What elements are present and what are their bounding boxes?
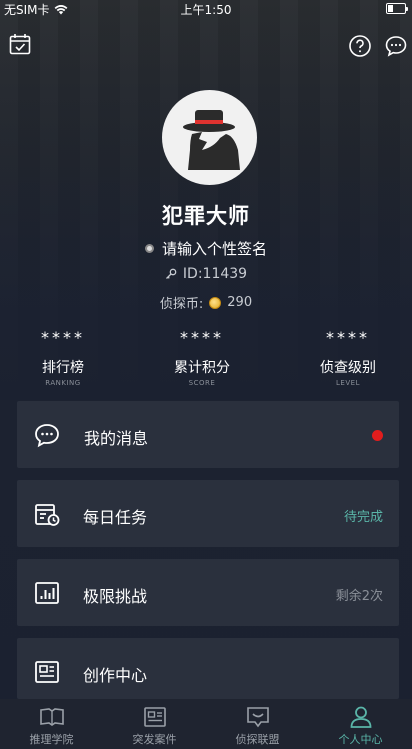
menu-status: 待完成 — [343, 510, 383, 525]
status-time: 上午1:50 — [180, 3, 232, 17]
help-icon[interactable] — [348, 34, 372, 58]
signature-dot-icon — [144, 244, 154, 253]
nickname: 犯罪大师 — [162, 204, 250, 228]
stat-ranking[interactable]: **** 排行榜 RANKING — [3, 328, 123, 387]
chat-bubble-icon — [246, 707, 269, 728]
status-bar: 无SIM卡 上午1:50 — [0, 0, 412, 18]
tab-label: 推理学院 — [29, 733, 74, 746]
menu-item-messages[interactable]: 我的消息 — [17, 401, 399, 468]
tab-alliance[interactable]: 侦探联盟 — [206, 699, 309, 749]
chat-icon[interactable] — [384, 34, 408, 58]
menu-item-creation-center[interactable]: 创作中心 — [17, 638, 399, 699]
coins-value: 290 — [227, 295, 253, 310]
menu-item-challenge[interactable]: 极限挑战 剩余2次 — [17, 559, 399, 626]
tab-label: 突发案件 — [132, 733, 177, 746]
battery-icon — [386, 3, 408, 14]
book-icon — [39, 708, 64, 726]
tab-label: 侦探联盟 — [235, 733, 280, 746]
stat-value: **** — [41, 328, 85, 347]
menu-label: 创作中心 — [83, 666, 148, 685]
menu-label: 极限挑战 — [83, 587, 148, 606]
stat-sub-label: RANKING — [45, 379, 81, 387]
user-id: ID:11439 — [182, 266, 248, 282]
menu-label: 我的消息 — [84, 429, 149, 448]
tab-cases[interactable]: 突发案件 — [103, 699, 206, 749]
coins-label: 侦探币: — [159, 297, 204, 312]
menu-item-daily-tasks[interactable]: 每日任务 待完成 — [17, 480, 399, 547]
detective-avatar-icon — [183, 110, 240, 170]
avatar[interactable] — [162, 90, 257, 185]
stat-value: **** — [326, 328, 370, 347]
stat-level[interactable]: **** 侦查级别 LEVEL — [288, 328, 408, 387]
stat-label: 累计积分 — [174, 360, 230, 376]
tab-personal-center[interactable]: 个人中心 — [309, 699, 412, 749]
newspaper-icon — [143, 707, 166, 727]
stats-row: **** 排行榜 RANKING **** 累计积分 SCORE **** 侦查… — [0, 328, 412, 390]
challenge-icon — [35, 582, 59, 604]
signature-text[interactable]: 请输入个性签名 — [162, 238, 267, 259]
calendar-check-icon[interactable] — [8, 32, 32, 56]
creation-icon — [35, 661, 59, 683]
stat-score[interactable]: **** 累计积分 SCORE — [142, 328, 262, 387]
person-icon — [350, 706, 371, 728]
unread-badge — [372, 430, 383, 441]
stat-label: 侦查级别 — [320, 360, 376, 376]
daily-task-icon — [35, 504, 60, 526]
menu-status: 剩余2次 — [335, 589, 383, 604]
message-icon — [35, 424, 59, 448]
tab-label: 个人中心 — [338, 733, 383, 746]
menu-label: 每日任务 — [83, 508, 148, 527]
stat-sub-label: LEVEL — [336, 379, 360, 387]
key-icon — [165, 268, 177, 279]
signature-row[interactable]: 请输入个性签名 — [0, 238, 412, 259]
stat-sub-label: SCORE — [188, 379, 216, 387]
stat-label: 排行榜 — [42, 360, 84, 376]
stat-value: **** — [180, 328, 224, 347]
coins-row: 侦探币: 290 — [0, 293, 412, 312]
coin-icon — [209, 296, 222, 309]
tab-bar: 推理学院 突发案件 侦探联盟 个人中心 — [0, 699, 412, 749]
user-id-row: ID:11439 — [0, 266, 412, 282]
tab-academy[interactable]: 推理学院 — [0, 699, 103, 749]
